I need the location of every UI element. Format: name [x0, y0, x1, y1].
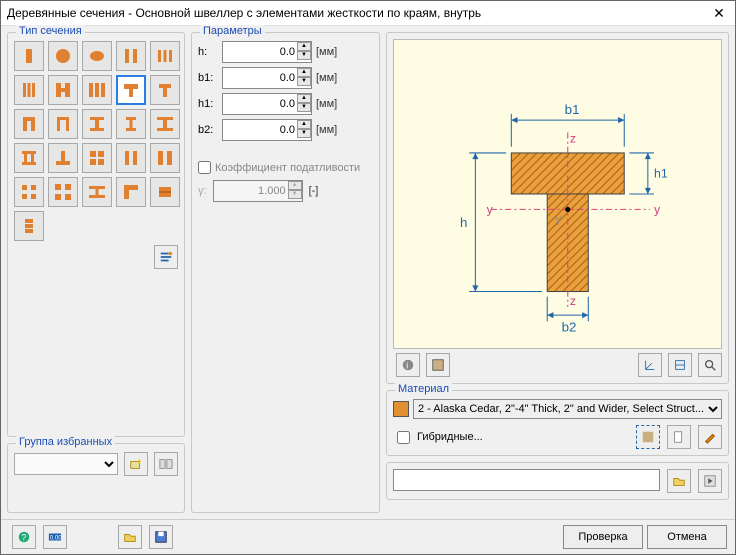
section-icon-tee-1[interactable] — [116, 75, 146, 105]
section-icon-grid[interactable] — [82, 143, 112, 173]
svg-text:y: y — [487, 203, 494, 217]
section-icon-tee-low[interactable] — [48, 143, 78, 173]
svg-text:h: h — [460, 215, 467, 230]
section-type-grid — [14, 41, 178, 241]
preview-group: b1 b2 h — [386, 32, 729, 384]
svg-text:0.00: 0.00 — [50, 535, 62, 542]
section-icon-ellipse[interactable] — [82, 41, 112, 71]
svg-text:y: y — [654, 203, 661, 217]
preview-canvas: b1 b2 h — [393, 39, 722, 349]
material-lib-button[interactable] — [636, 425, 660, 449]
spinner-icon[interactable]: ▲▼ — [297, 120, 311, 138]
view-dims-button[interactable] — [668, 353, 692, 377]
svg-text:?: ? — [21, 533, 26, 543]
material-group: Материал 2 - Alaska Cedar, 2"-4" Thick, … — [386, 390, 729, 456]
section-icon-brick[interactable] — [150, 177, 180, 207]
section-type-title: Тип сечения — [16, 25, 85, 37]
section-icon-i-wide[interactable] — [150, 109, 180, 139]
gamma-label: γ: — [198, 185, 207, 197]
stress-button[interactable] — [426, 353, 450, 377]
library-button[interactable] — [154, 245, 178, 269]
svg-text:z: z — [570, 132, 576, 146]
favorites-manage-button[interactable] — [154, 452, 178, 476]
section-icon-triple-bars[interactable] — [14, 75, 44, 105]
param-h-label: h: — [198, 46, 218, 58]
section-icon-rect[interactable] — [14, 41, 44, 71]
section-icon-channel[interactable] — [14, 109, 44, 139]
svg-text:γ: γ — [555, 214, 561, 226]
spinner-icon[interactable]: ▲▼ — [297, 68, 311, 86]
section-icon-triple-plates[interactable] — [82, 75, 112, 105]
unit-label: [мм] — [316, 72, 337, 84]
favorites-group: Группа избранных — [7, 443, 185, 513]
parameters-title: Параметры — [200, 25, 265, 37]
param-b1-label: b1: — [198, 72, 218, 84]
unit-label: [мм] — [316, 46, 337, 58]
import-button[interactable] — [118, 525, 142, 549]
material-pick-button[interactable] — [698, 425, 722, 449]
material-new-button[interactable] — [667, 425, 691, 449]
section-icon-double-rect[interactable] — [116, 41, 146, 71]
parameters-group: Параметры h: ▲▼ [мм] b1: ▲▼ [мм] h1: ▲▼ … — [191, 32, 380, 513]
section-icon-stack[interactable] — [14, 211, 44, 241]
spinner-icon[interactable]: ▲▼ — [297, 42, 311, 60]
unit-label: [мм] — [316, 98, 337, 110]
hybrid-checkbox[interactable] — [397, 431, 410, 444]
section-icon-angle[interactable] — [116, 177, 146, 207]
section-icon-i-narrow[interactable] — [116, 109, 146, 139]
section-icon-two-col[interactable] — [116, 143, 146, 173]
svg-text:b1: b1 — [565, 102, 580, 117]
material-swatch — [393, 401, 409, 417]
cancel-button[interactable]: Отмена — [647, 525, 727, 549]
section-icon-channel-2[interactable] — [48, 109, 78, 139]
command-group — [386, 462, 729, 500]
section-icon-circle[interactable] — [48, 41, 78, 71]
unit-label: [мм] — [316, 124, 337, 136]
window-title: Деревянные сечения - Основной швеллер с … — [7, 6, 709, 20]
info-button[interactable]: i — [396, 353, 420, 377]
command-run-button[interactable] — [698, 469, 722, 493]
material-select[interactable]: 2 - Alaska Cedar, 2"-4" Thick, 2" and Wi… — [413, 399, 722, 419]
svg-text:i: i — [406, 361, 408, 371]
section-icon-double-i[interactable] — [48, 75, 78, 105]
help-button[interactable]: ? — [12, 525, 36, 549]
command-open-button[interactable] — [667, 469, 691, 493]
spinner-icon[interactable]: ▲▼ — [297, 94, 311, 112]
material-title: Материал — [395, 383, 452, 395]
section-icon-tee-2[interactable] — [150, 75, 180, 105]
section-icon-four-sq[interactable] — [14, 177, 44, 207]
close-icon[interactable]: ✕ — [709, 5, 729, 22]
section-icon-triple-i[interactable] — [150, 41, 180, 71]
check-button[interactable]: Проверка — [563, 525, 643, 549]
svg-text:b2: b2 — [562, 320, 577, 335]
save-button[interactable] — [149, 525, 173, 549]
section-icon-i-beam[interactable] — [82, 177, 112, 207]
spinner-icon: ▲▼ — [288, 181, 302, 199]
svg-text:h1: h1 — [654, 167, 668, 181]
param-h1-label: h1: — [198, 98, 218, 110]
favorites-add-button[interactable] — [124, 452, 148, 476]
svg-text:z: z — [570, 294, 576, 308]
flex-checkbox-label: Коэффициент податливости — [215, 162, 360, 174]
section-icon-four-sq-b[interactable] — [48, 177, 78, 207]
section-icon-two-plank[interactable] — [150, 143, 180, 173]
gamma-unit: [-] — [309, 185, 319, 197]
command-input[interactable] — [393, 469, 660, 491]
favorites-title: Группа избранных — [16, 436, 115, 448]
section-type-group: Тип сечения — [7, 32, 185, 437]
hybrid-label: Гибридные... — [417, 431, 483, 443]
favorites-select[interactable] — [14, 453, 118, 475]
flex-checkbox[interactable] — [198, 161, 211, 174]
view-axes-button[interactable] — [638, 353, 662, 377]
units-button[interactable]: 0.00 — [43, 525, 67, 549]
section-icon-i-flange[interactable] — [82, 109, 112, 139]
search-button[interactable] — [698, 353, 722, 377]
param-b2-label: b2: — [198, 124, 218, 136]
section-icon-i-plates[interactable] — [14, 143, 44, 173]
